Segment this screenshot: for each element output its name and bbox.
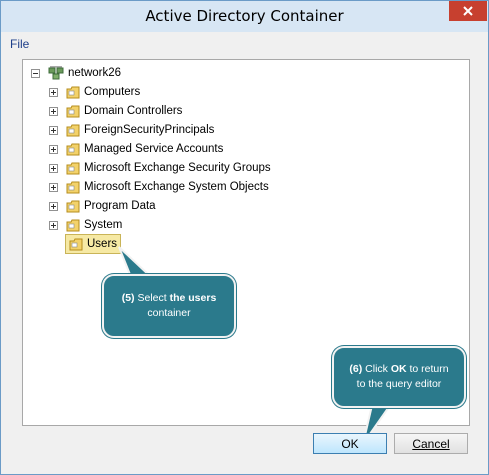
cancel-button[interactable]: Cancel — [394, 433, 468, 454]
callout-6-text-3: to the query editor — [356, 378, 442, 390]
callout-5-pointer — [118, 246, 154, 278]
callout-5-bold: the users — [169, 292, 217, 304]
callout-6-text-2: to return — [406, 363, 449, 375]
ok-button[interactable]: OK — [313, 433, 387, 454]
callout-6-bold: OK — [390, 363, 407, 375]
callout-5-number: (5) — [121, 292, 135, 304]
callout-step-5: (5) Select the users container — [102, 274, 236, 338]
callout-5-text: Select — [137, 292, 170, 304]
cancel-button-label: Cancel — [412, 436, 450, 451]
callout-6-text: Click — [365, 363, 391, 375]
callout-6-number: (6) — [349, 363, 363, 375]
callout-5-text-2: container — [147, 307, 191, 319]
callout-step-6: (6) Click OK to return to the query edit… — [332, 346, 466, 408]
dialog-window: Active Directory Container File network2… — [0, 0, 489, 475]
